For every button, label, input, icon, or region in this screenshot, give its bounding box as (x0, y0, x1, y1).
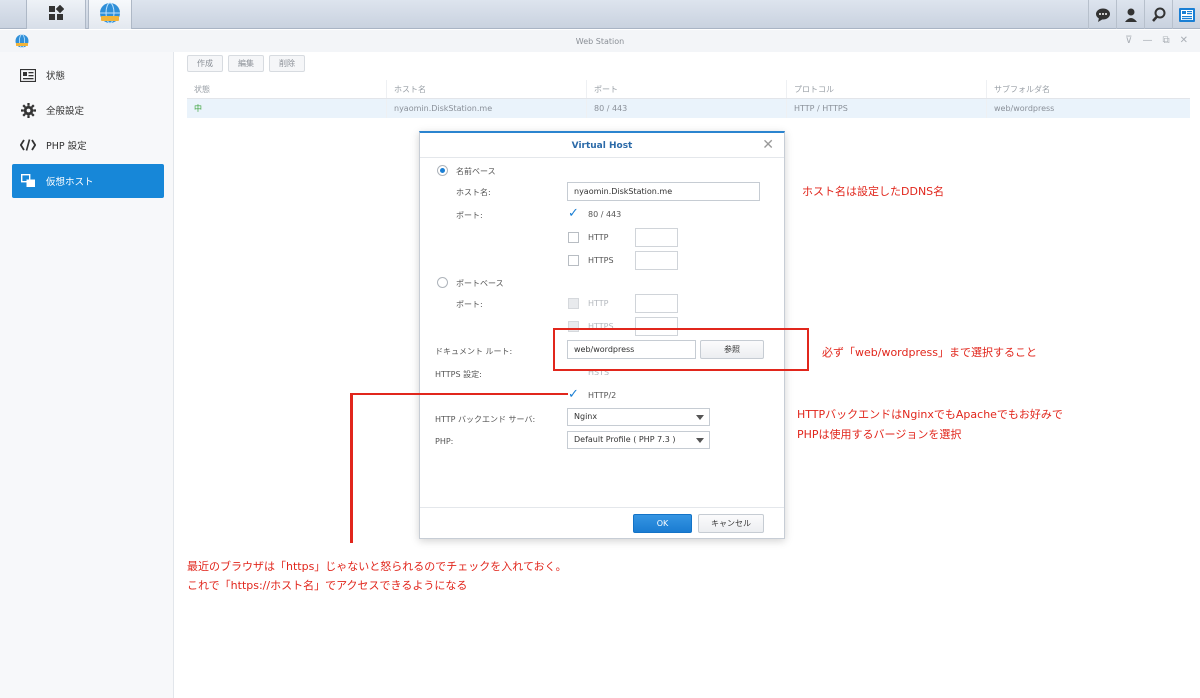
http2-annotation-line-1: 最近のブラウザは「https」じゃないと怒られるのでチェックを入れておく。 (187, 560, 567, 573)
name-based-radio[interactable] (437, 165, 448, 176)
hostname-annotation: ホスト名は設定したDDNS名 (802, 185, 945, 198)
table-header: 状態 ホスト名 ポート プロトコル サブフォルダ名 (187, 80, 1190, 99)
https-settings-label: HTTPS 設定: (435, 370, 482, 379)
backend-select[interactable]: Nginx (567, 408, 710, 426)
cell-protocol: HTTP / HTTPS (787, 99, 987, 118)
sidebar-item-php[interactable]: PHP 設定 (12, 128, 164, 162)
minimize-icon[interactable]: — (1142, 35, 1152, 46)
docroot-highlight-box (553, 328, 809, 371)
status-icon (20, 67, 36, 83)
restore-icon[interactable]: ⧉ (1162, 35, 1169, 46)
virtual-host-icon (20, 173, 36, 189)
table-row[interactable]: 中 nyaomin.DiskStation.me 80 / 443 HTTP /… (187, 99, 1190, 118)
http2-annotation-line-2: これで「https://ホスト名」でアクセスできるようになる (187, 579, 468, 592)
backend-label: HTTP バックエンド サーバ: (435, 415, 536, 424)
window-title-bar: Web Station ⊽ — ⧉ ✕ (0, 30, 1200, 52)
create-button[interactable]: 作成 (187, 55, 223, 72)
column-hostname[interactable]: ホスト名 (387, 80, 587, 98)
cell-hostname: nyaomin.DiskStation.me (387, 99, 587, 118)
column-status[interactable]: 状態 (187, 80, 387, 98)
https-port-input[interactable] (635, 251, 678, 270)
user-icon[interactable] (1116, 0, 1144, 29)
sidebar-item-virtual-host[interactable]: 仮想ホスト (12, 164, 164, 198)
port-80-443-label: 80 / 443 (588, 210, 622, 219)
column-protocol[interactable]: プロトコル (787, 80, 987, 98)
taskbar (0, 0, 1200, 29)
divider (420, 507, 784, 508)
http2-callout-line-vertical (350, 393, 353, 543)
edit-button[interactable]: 編集 (228, 55, 264, 72)
gear-icon (20, 102, 36, 118)
search-icon[interactable] (1144, 0, 1172, 29)
php-label: PHP: (435, 437, 454, 446)
hostname-label: ホスト名: (456, 188, 491, 197)
desktop: Web Station ⊽ — ⧉ ✕ 状態 全般設定 PHP 設定 仮想ホスト… (0, 0, 1200, 698)
checkmark-icon[interactable]: ✓ (568, 207, 579, 220)
web-station-taskbar-button[interactable] (88, 0, 132, 29)
http2-callout-line-horizontal (350, 393, 568, 395)
https-checkbox[interactable] (568, 255, 579, 266)
http-port-input-disabled[interactable] (635, 294, 678, 313)
php-select[interactable]: Default Profile ( PHP 7.3 ) (567, 431, 710, 449)
cell-status: 中 (187, 99, 387, 118)
port-label: ポート: (456, 211, 483, 220)
pin-icon[interactable]: ⊽ (1125, 35, 1132, 46)
http-checkbox[interactable] (568, 232, 579, 243)
http-checkbox-disabled[interactable] (568, 298, 579, 309)
code-icon (20, 137, 36, 153)
backend-annotation-line-1: HTTPバックエンドはNginxでもApacheでもお好みで (797, 408, 1063, 421)
dialog-title: Virtual Host (571, 141, 633, 151)
widgets-icon[interactable] (1172, 0, 1200, 29)
cell-subfolder: web/wordpress (994, 104, 1055, 113)
http-label: HTTP (588, 233, 609, 242)
chevron-down-icon (696, 415, 704, 420)
docroot-annotation: 必ず「web/wordpress」まで選択すること (822, 346, 1037, 359)
virtual-host-table: 状態 ホスト名 ポート プロトコル サブフォルダ名 中 nyaomin.Disk… (187, 80, 1190, 118)
hostname-input[interactable]: nyaomin.DiskStation.me (567, 182, 760, 201)
http-port-input[interactable] (635, 228, 678, 247)
divider (420, 157, 784, 158)
close-icon[interactable]: ✕ (762, 137, 774, 153)
column-port[interactable]: ポート (587, 80, 787, 98)
sidebar-item-status[interactable]: 状態 (12, 58, 164, 92)
column-subfolder[interactable]: サブフォルダ名 (987, 80, 1190, 98)
name-based-label: 名前ベース (456, 167, 496, 176)
https-label: HTTPS (588, 256, 614, 265)
close-icon[interactable]: ✕ (1180, 35, 1188, 46)
grid-icon (48, 4, 65, 24)
delete-button[interactable]: 削除 (269, 55, 305, 72)
sidebar: 状態 全般設定 PHP 設定 仮想ホスト (0, 52, 174, 698)
port-label-2: ポート: (456, 300, 483, 309)
http-label-disabled: HTTP (588, 299, 609, 308)
toolbar: 作成 編集 削除 (187, 55, 305, 72)
port-based-label: ポートベース (456, 279, 504, 288)
main-menu-button[interactable] (26, 0, 86, 29)
http2-label: HTTP/2 (588, 391, 617, 400)
window-title: Web Station (575, 37, 625, 46)
checkmark-icon[interactable]: ✓ (568, 388, 579, 401)
chevron-down-icon (696, 438, 704, 443)
chat-icon[interactable] (1088, 0, 1116, 29)
backend-annotation-line-2: PHPは使用するバージョンを選択 (797, 428, 962, 441)
docroot-label: ドキュメント ルート: (435, 347, 513, 356)
cancel-button[interactable]: キャンセル (698, 514, 764, 533)
web-station-icon (99, 2, 121, 27)
cell-port: 80 / 443 (587, 99, 787, 118)
sidebar-item-general[interactable]: 全般設定 (12, 93, 164, 127)
ok-button[interactable]: OK (633, 514, 692, 533)
port-based-radio[interactable] (437, 277, 448, 288)
